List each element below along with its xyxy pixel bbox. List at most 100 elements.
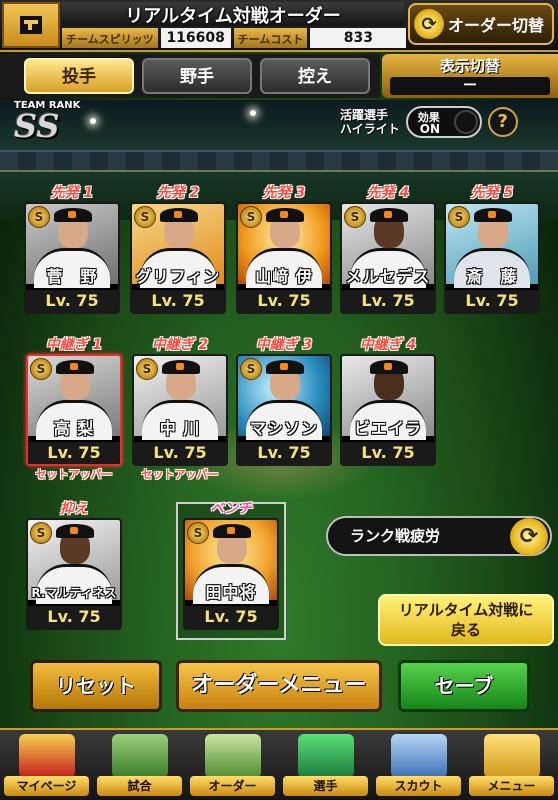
- rarity-badge-icon: S: [344, 206, 366, 228]
- player-name: ビエイラ: [353, 419, 422, 438]
- order-menu-button[interactable]: オーダーメニュー: [176, 660, 382, 712]
- reliever-slot-1[interactable]: 中継ぎ 1 S 高 梨 Lv. 75 セットアッパー: [26, 337, 122, 481]
- team-stats: チームスピリッツ 116608 チームコスト 833: [62, 28, 407, 48]
- slot-label: 中継ぎ 3: [255, 337, 313, 353]
- player-card[interactable]: S 菅 野 Lv. 75: [24, 202, 120, 314]
- player-name: グリフィン: [135, 267, 221, 286]
- nav-item-scout[interactable]: スカウト: [372, 730, 465, 800]
- toggle-knob: [453, 110, 478, 134]
- player-level: Lv. 75: [28, 606, 120, 628]
- player-card[interactable]: S 高 梨 Lv. 75: [26, 354, 122, 466]
- starter-slot-3[interactable]: 先発 3 S 山﨑 伊 Lv. 75: [236, 185, 332, 314]
- reliever-slot-3[interactable]: 中継ぎ 3 S マシソン Lv. 75: [236, 337, 332, 466]
- help-icon[interactable]: ?: [487, 107, 518, 137]
- position-tabs: 投手 野手 控え: [0, 54, 380, 98]
- player-level: Lv. 75: [134, 442, 226, 464]
- closer-slot[interactable]: 抑え S R.マルティネス Lv. 75: [26, 501, 122, 630]
- order-switch-label: オーダー切替: [448, 16, 545, 35]
- team-spirit-value: 116608: [160, 28, 231, 48]
- nav-label: オーダー: [190, 776, 275, 796]
- player-name: 高 梨: [53, 419, 95, 438]
- nav-label: 選手: [283, 776, 368, 796]
- reliever-slot-4[interactable]: 中継ぎ 4 ビエイラ Lv. 75: [340, 337, 436, 466]
- bottom-nav: マイページ 試合 オーダー 選手 スカウト メニュー: [0, 728, 558, 800]
- player-card[interactable]: S 田中将 Lv. 75: [183, 518, 279, 630]
- nav-item-mypage[interactable]: マイページ: [0, 730, 93, 800]
- mypage-icon: [18, 734, 75, 778]
- slot-label: 先発 2: [156, 185, 200, 201]
- player-card[interactable]: S 斎 藤 Lv. 75: [444, 202, 540, 314]
- nav-item-game[interactable]: 試合: [93, 730, 186, 800]
- swap-icon: ⟳: [414, 9, 444, 39]
- reliever-slot-2[interactable]: 中継ぎ 2 S 中 川 Lv. 75 セットアッパー: [132, 337, 228, 481]
- back-button-line1: リアルタイム対戦に: [398, 601, 534, 619]
- rarity-badge-icon: S: [187, 522, 209, 544]
- player-card[interactable]: ビエイラ Lv. 75: [340, 354, 436, 466]
- starter-slot-4[interactable]: 先発 4 S メルセデス Lv. 75: [340, 185, 436, 314]
- player-icon: [297, 734, 354, 778]
- player-level: Lv. 75: [342, 290, 434, 312]
- rarity-badge-icon: S: [448, 206, 470, 228]
- player-level: Lv. 75: [28, 442, 120, 464]
- menu-icon: [483, 734, 540, 778]
- giants-logo-icon: [20, 16, 42, 34]
- display-switch-label: 表示切替: [439, 57, 500, 75]
- player-name: R.マルティネス: [31, 586, 117, 600]
- starter-slot-5[interactable]: 先発 5 S 斎 藤 Lv. 75: [444, 185, 540, 314]
- rarity-badge-icon: S: [30, 358, 52, 380]
- rarity-badge-icon: S: [30, 522, 52, 544]
- player-level: Lv. 75: [238, 290, 330, 312]
- swap-icon: ⟳: [510, 518, 548, 556]
- player-name: メルセデス: [345, 267, 431, 286]
- player-level: Lv. 75: [446, 290, 538, 312]
- rarity-badge-icon: S: [240, 206, 262, 228]
- slot-label: 先発 1: [50, 185, 94, 201]
- player-name: 菅 野: [46, 267, 98, 286]
- player-level: Lv. 75: [342, 442, 434, 464]
- player-level: Lv. 75: [185, 606, 277, 628]
- scout-icon: [390, 734, 447, 778]
- player-level: Lv. 75: [238, 442, 330, 464]
- nav-label: スカウト: [376, 776, 461, 796]
- highlight-setting: 活躍選手 ハイライト 効果 ON ?: [340, 106, 518, 138]
- highlight-label-line1: 活躍選手: [340, 108, 389, 122]
- highlight-toggle[interactable]: 効果 ON: [405, 106, 482, 138]
- player-card[interactable]: S グリフィン Lv. 75: [130, 202, 226, 314]
- nav-item-player[interactable]: 選手: [279, 730, 372, 800]
- tab-pitcher[interactable]: 投手: [24, 58, 134, 94]
- rarity-badge-icon: S: [240, 358, 262, 380]
- player-level: Lv. 75: [132, 290, 224, 312]
- display-switch-value: ー: [390, 77, 550, 95]
- nav-item-order[interactable]: オーダー: [186, 730, 279, 800]
- player-card[interactable]: S 中 川 Lv. 75: [132, 354, 228, 466]
- slot-label: 中継ぎ 1: [45, 337, 103, 353]
- order-switch-button[interactable]: ⟳ オーダー切替: [408, 3, 554, 45]
- role-label: セットアッパー: [35, 468, 113, 481]
- nav-label: 試合: [97, 776, 182, 796]
- rarity-badge-icon: S: [136, 358, 158, 380]
- nav-item-menu[interactable]: メニュー: [465, 730, 558, 800]
- tab-reserve[interactable]: 控え: [260, 58, 370, 94]
- reset-button[interactable]: リセット: [30, 660, 162, 712]
- player-card[interactable]: S メルセデス Lv. 75: [340, 202, 436, 314]
- stadium-light: [90, 118, 96, 124]
- starter-slot-2[interactable]: 先発 2 S グリフィン Lv. 75: [130, 185, 226, 314]
- highlight-label-line2: ハイライト: [340, 122, 400, 136]
- team-logo: [2, 2, 60, 48]
- starter-slot-1[interactable]: 先発 1 S 菅 野 Lv. 75: [24, 185, 120, 314]
- player-card[interactable]: S 山﨑 伊 Lv. 75: [236, 202, 332, 314]
- back-to-realtime-button[interactable]: リアルタイム対戦に 戻る: [378, 594, 554, 646]
- save-button[interactable]: セーブ: [398, 660, 530, 712]
- page-title: リアルタイム対戦オーダー: [62, 2, 404, 27]
- tab-fielder[interactable]: 野手: [142, 58, 252, 94]
- player-level: Lv. 75: [26, 290, 118, 312]
- player-card[interactable]: S マシソン Lv. 75: [236, 354, 332, 466]
- display-switch-button[interactable]: 表示切替 ー: [382, 54, 558, 98]
- slot-label: 先発 4: [366, 185, 410, 201]
- player-card[interactable]: S R.マルティネス Lv. 75: [26, 518, 122, 630]
- nav-label: メニュー: [469, 776, 554, 796]
- player-name: 斎 藤: [466, 267, 518, 286]
- rank-fatigue-button[interactable]: ランク戦疲労 ⟳: [326, 516, 552, 556]
- bench-slot[interactable]: ベンチ S 田中将 Lv. 75: [183, 501, 279, 630]
- player-name: 中 川: [159, 419, 201, 438]
